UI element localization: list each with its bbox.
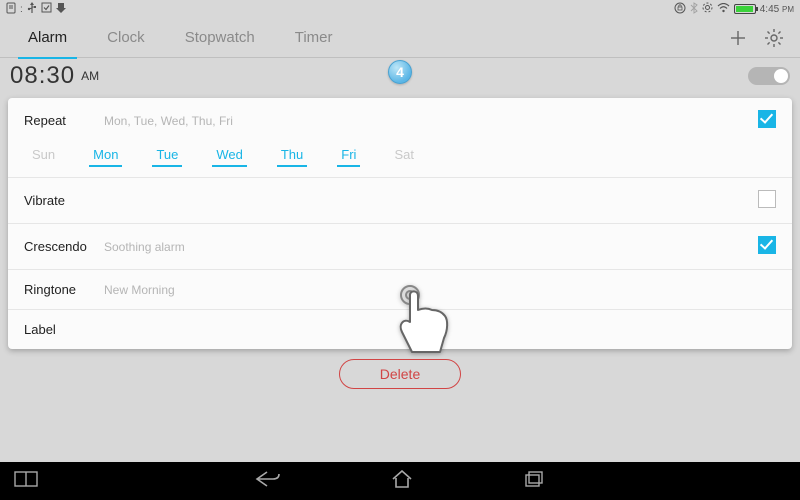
- repeat-row[interactable]: Repeat Mon, Tue, Wed, Thu, Fri Sun Mon T…: [8, 98, 792, 178]
- tab-alarm[interactable]: Alarm: [8, 18, 87, 58]
- crescendo-checkbox[interactable]: [758, 236, 776, 254]
- tab-clock[interactable]: Clock: [87, 18, 165, 58]
- alarm-time-row: 08:30 AM 4: [0, 58, 800, 94]
- gps-icon: [702, 2, 713, 16]
- status-time: 4:45 PM: [760, 4, 794, 15]
- settings-button[interactable]: [756, 20, 792, 56]
- crescendo-label: Crescendo: [24, 239, 104, 254]
- nav-home[interactable]: [391, 470, 413, 493]
- label-label: Label: [24, 322, 104, 337]
- day-mon[interactable]: Mon: [89, 147, 122, 167]
- wifi-icon: [717, 3, 730, 16]
- day-wed[interactable]: Wed: [212, 147, 247, 167]
- nav-recent-left[interactable]: [14, 470, 38, 493]
- step-badge: 4: [388, 60, 412, 84]
- day-picker: Sun Mon Tue Wed Thu Fri Sat: [24, 147, 776, 171]
- status-left: :: [6, 2, 66, 17]
- day-sun[interactable]: Sun: [28, 147, 59, 167]
- delete-wrap: Delete: [0, 349, 800, 399]
- vibrate-checkbox[interactable]: [758, 190, 776, 208]
- status-bar: : 4:45 PM: [0, 0, 800, 18]
- sync-icon: [41, 2, 52, 16]
- bluetooth-icon: [690, 2, 698, 17]
- crescendo-value: Soothing alarm: [104, 240, 185, 254]
- alarm-ampm: AM: [81, 69, 99, 83]
- repeat-summary: Mon, Tue, Wed, Thu, Fri: [104, 114, 233, 128]
- alarm-settings-card: Repeat Mon, Tue, Wed, Thu, Fri Sun Mon T…: [8, 98, 792, 349]
- repeat-checkbox[interactable]: [758, 110, 776, 128]
- ringtone-value: New Morning: [104, 283, 175, 297]
- battery-icon: [734, 4, 756, 14]
- add-alarm-button[interactable]: [720, 20, 756, 56]
- ringtone-row[interactable]: Ringtone New Morning: [8, 270, 792, 310]
- day-thu[interactable]: Thu: [277, 147, 307, 167]
- day-tue[interactable]: Tue: [152, 147, 182, 167]
- vibrate-label: Vibrate: [24, 193, 104, 208]
- tab-timer[interactable]: Timer: [275, 18, 353, 58]
- tab-bar: Alarm Clock Stopwatch Timer: [0, 18, 800, 58]
- usb-icon: [27, 2, 37, 17]
- crescendo-row[interactable]: Crescendo Soothing alarm: [8, 224, 792, 270]
- orientation-lock-icon: [674, 2, 686, 17]
- nav-back[interactable]: [255, 470, 281, 493]
- sim-icon: [6, 2, 16, 17]
- nav-recent[interactable]: [523, 470, 545, 493]
- vibrate-row[interactable]: Vibrate: [8, 178, 792, 224]
- ringtone-label: Ringtone: [24, 282, 104, 297]
- day-fri[interactable]: Fri: [337, 147, 360, 167]
- repeat-label: Repeat: [24, 113, 104, 128]
- day-sat[interactable]: Sat: [390, 147, 418, 167]
- alarm-time[interactable]: 08:30: [10, 62, 75, 90]
- delete-button[interactable]: Delete: [339, 359, 461, 389]
- label-row[interactable]: Label: [8, 310, 792, 349]
- android-nav-bar: [0, 462, 800, 500]
- download-icon: [56, 2, 66, 16]
- status-separator: :: [20, 4, 23, 15]
- status-right: 4:45 PM: [674, 2, 794, 17]
- alarm-enable-toggle[interactable]: [748, 67, 790, 85]
- tab-stopwatch[interactable]: Stopwatch: [165, 18, 275, 58]
